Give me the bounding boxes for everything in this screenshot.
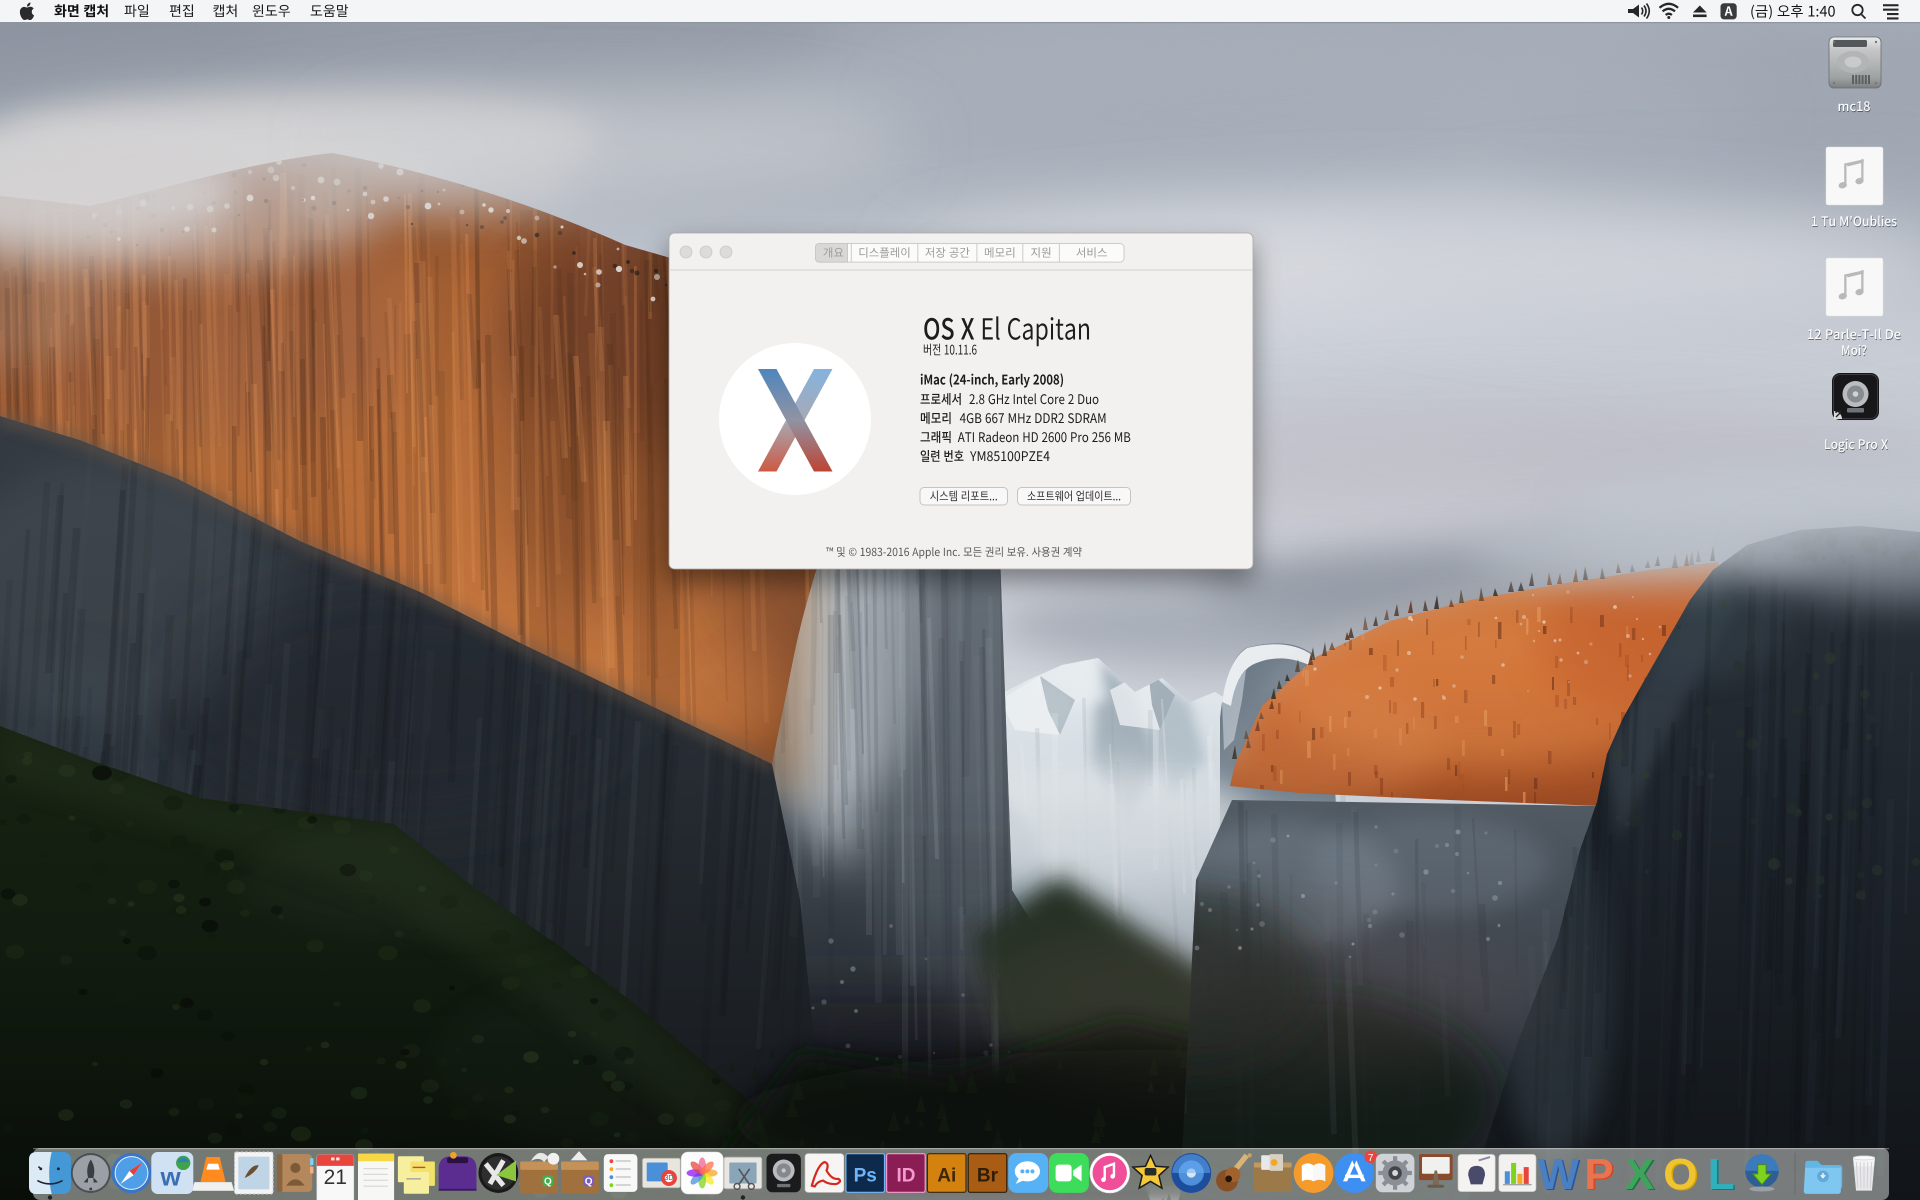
svg-text:Br: Br [977, 1165, 999, 1186]
svg-text:Q: Q [544, 1176, 552, 1187]
svg-text:W: W [1537, 1150, 1579, 1199]
svg-text:Ps: Ps [854, 1165, 877, 1186]
svg-text:L: L [1708, 1150, 1735, 1199]
svg-text:P: P [1584, 1150, 1613, 1199]
svg-text:Q: Q [585, 1176, 593, 1187]
svg-text:Ai: Ai [937, 1165, 956, 1186]
svg-text:X: X [1625, 1150, 1654, 1199]
svg-text:ID: ID [896, 1165, 915, 1186]
svg-text:O: O [1663, 1150, 1697, 1199]
svg-text:3D: 3D [664, 1175, 673, 1182]
svg-text:21: 21 [324, 1166, 347, 1189]
svg-text:7: 7 [1368, 1153, 1374, 1164]
